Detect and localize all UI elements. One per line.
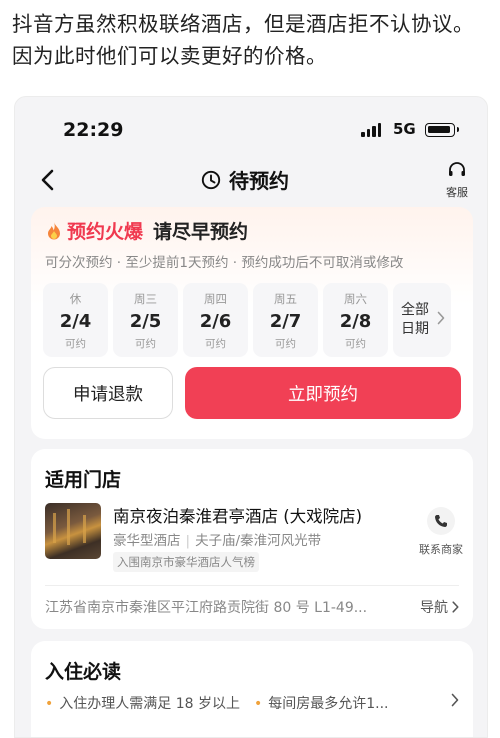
booking-rules: 可分次预约 · 至少提前1天预约 · 预约成功后不可取消或修改 [45,255,404,271]
book-now-button[interactable]: 立即预约 [185,367,461,419]
divider [45,585,459,586]
contact-merchant-button[interactable]: 联系商家 [411,507,471,557]
back-chevron-icon[interactable] [35,165,61,195]
date-option[interactable]: 周五 2/7 可约 [253,283,318,357]
headset-icon [449,162,465,176]
date-value: 2/4 [59,311,92,332]
chevron-right-icon[interactable] [451,693,459,707]
signal-icon [361,123,381,137]
clock-icon [201,170,221,189]
date-option[interactable]: 周四 2/6 可约 [183,283,248,357]
date-value: 2/5 [129,311,162,332]
checkin-item: 入住办理人需满足 18 岁以上 [45,693,240,713]
hotel-area: 夫子庙/秦淮河风光带 [195,533,322,549]
customer-service-button[interactable]: 客服 [439,161,475,200]
chevron-right-icon [437,311,445,325]
rank-badge: 入围南京市豪华酒店人气榜 [113,552,259,572]
hotel-category: 豪华型酒店 [113,533,181,549]
date-weekday: 周五 [274,292,297,306]
hot-banner: 预约火爆 请尽早预约 [45,217,248,244]
checkin-item: 每间房最多允许1... [254,693,388,713]
refund-button[interactable]: 申请退款 [43,367,173,419]
contact-label: 联系商家 [419,543,463,556]
hotel-address: 江苏省南京市秦淮区平江府路贡院街 80 号 L1-49... [45,600,368,616]
date-option[interactable]: 休 2/4 可约 [43,283,108,357]
page-title-group: 待预约 [201,165,289,194]
date-status: 可约 [65,338,86,350]
date-value: 2/8 [339,311,372,332]
battery-icon [425,123,459,137]
checkin-card: 入住必读 入住办理人需满足 18 岁以上 每间房最多允许1... [31,641,473,737]
network-label: 5G [393,120,416,138]
date-value: 2/7 [269,311,302,332]
hotel-meta: 豪华型酒店 | 夫子庙/秦淮河风光带 [113,533,322,549]
chevron-right-icon [452,601,459,613]
checkin-items[interactable]: 入住办理人需满足 18 岁以上 每间房最多允许1... [45,693,388,713]
status-time: 22:29 [63,119,124,141]
date-weekday: 周六 [344,292,367,306]
post-text: 抖音方虽然积极联络酒店，但是酒店拒不认协议。 因为此时他们可以卖更好的价格。 [12,12,474,68]
date-option[interactable]: 周三 2/5 可约 [113,283,178,357]
date-status: 可约 [135,338,156,350]
hot-label: 预约火爆 [67,221,144,243]
nav-bar: 待预约 客服 [15,161,487,201]
page-title: 待预约 [229,169,289,193]
status-bar: 22:29 5G [15,97,487,161]
phone-icon [435,515,447,527]
all-dates-label: 全部日期 [401,302,429,337]
date-status: 可约 [205,338,226,350]
navigate-label: 导航 [420,600,448,616]
hotel-thumbnail[interactable] [45,503,101,559]
date-value: 2/6 [199,311,232,332]
date-weekday: 周三 [134,292,157,306]
hurry-label: 请尽早预约 [153,221,249,243]
date-option[interactable]: 周六 2/8 可约 [323,283,388,357]
date-status: 可约 [275,338,296,350]
date-weekday: 周四 [204,292,227,306]
navigate-button[interactable]: 导航 [420,597,459,617]
store-heading: 适用门店 [45,469,122,491]
booking-card: 预约火爆 请尽早预约 可分次预约 · 至少提前1天预约 · 预约成功后不可取消或… [31,207,473,439]
service-label: 客服 [446,186,468,199]
flame-icon [48,221,60,239]
store-card: 适用门店 南京夜泊秦淮君亭酒店 (大戏院店) 豪华型酒店 | 夫子庙/秦淮河风光带 … [31,449,473,629]
date-weekday: 休 [69,292,82,306]
date-selector: 休 2/4 可约 周三 2/5 可约 周四 2/6 可约 周五 2/7 可约 周… [43,283,451,357]
checkin-heading: 入住必读 [45,661,122,683]
date-status: 可约 [345,338,366,350]
phone-screenshot: 22:29 5G 待预约 客服 预约火爆 请尽早预约 可分次预约 · 至少提前1… [14,96,488,738]
all-dates-button[interactable]: 全部日期 [393,283,451,357]
hotel-name[interactable]: 南京夜泊秦淮君亭酒店 (大戏院店) [113,503,362,527]
